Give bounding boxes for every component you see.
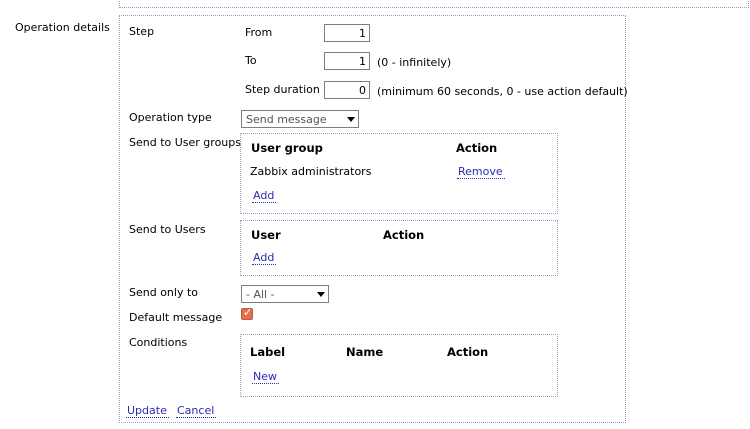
cancel-button[interactable]: Cancel [176, 404, 217, 418]
user-action-column-header: Action [383, 228, 425, 242]
chevron-down-icon [347, 117, 355, 122]
checkmark-icon: ✓ [243, 306, 253, 319]
operation-type-label: Operation type [129, 111, 212, 124]
step-label: Step [129, 25, 155, 38]
previous-section-box [119, 0, 749, 8]
new-condition-link[interactable]: New [252, 370, 279, 384]
user-column-header: User [251, 228, 281, 242]
send-only-to-value: - All - [246, 288, 275, 301]
update-button[interactable]: Update [126, 404, 169, 418]
add-user-link[interactable]: Add [252, 251, 277, 265]
step-duration-hint: (minimum 60 seconds, 0 - use action defa… [377, 85, 628, 98]
operation-type-value: Send message [246, 113, 327, 126]
conditions-label: Conditions [129, 336, 188, 349]
condition-name-column-header: Name [346, 345, 384, 359]
operation-details-label: Operation details [15, 21, 110, 34]
send-to-users-label: Send to Users [129, 223, 206, 236]
user-group-action-column-header: Action [456, 141, 498, 155]
default-message-checkbox[interactable]: ✓ [241, 306, 253, 320]
send-to-user-groups-label: Send to User groups [129, 136, 241, 149]
step-from-input[interactable]: 1 [324, 24, 370, 42]
user-group-row-name: Zabbix administrators [250, 165, 372, 178]
add-user-group-link[interactable]: Add [252, 189, 277, 203]
step-from-label: From [245, 26, 273, 39]
send-only-to-select[interactable]: - All - [241, 285, 329, 303]
user-group-column-header: User group [251, 141, 323, 155]
send-only-to-label: Send only to [129, 286, 199, 299]
chevron-down-icon [317, 292, 325, 297]
step-to-input[interactable]: 1 [324, 52, 370, 70]
remove-user-group-link[interactable]: Remove [457, 165, 505, 179]
step-to-hint: (0 - infinitely) [377, 56, 452, 69]
step-to-label: To [245, 54, 257, 67]
operation-type-select[interactable]: Send message [241, 110, 359, 128]
conditions-table [240, 334, 558, 397]
step-duration-input[interactable]: 0 [324, 81, 370, 99]
condition-action-column-header: Action [447, 345, 489, 359]
step-duration-label: Step duration [245, 83, 320, 96]
default-message-label: Default message [129, 311, 223, 324]
condition-label-column-header: Label [250, 345, 286, 359]
